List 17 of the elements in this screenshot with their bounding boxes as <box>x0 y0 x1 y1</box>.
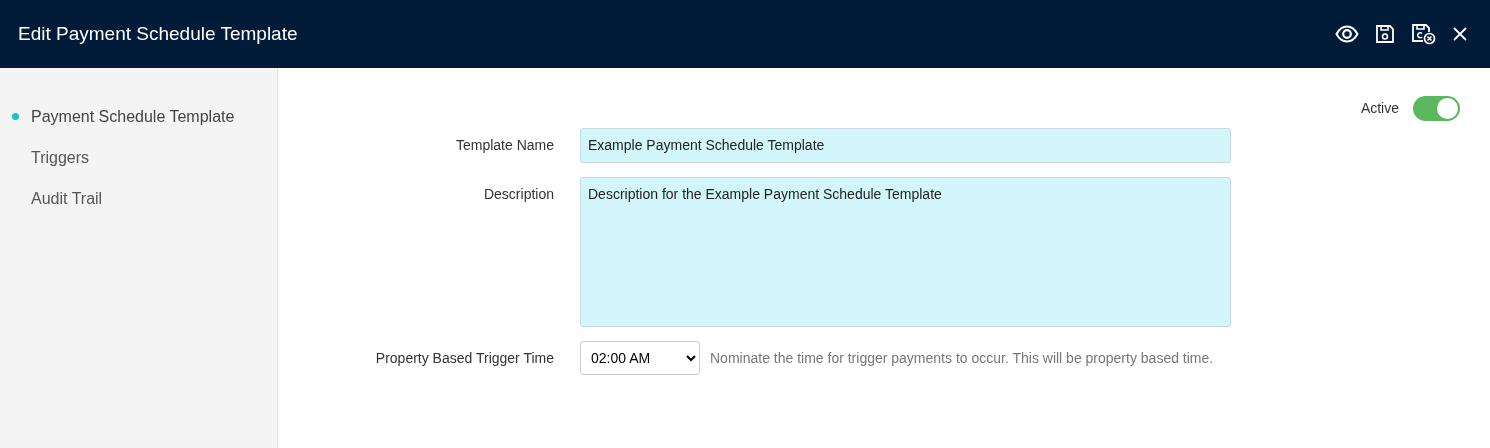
help-text: Nominate the time for trigger payments to occur. This will be property based time. <box>710 348 1214 368</box>
field-label: Template Name <box>454 136 555 155</box>
sidebar-item[interactable]: Triggers <box>0 137 277 178</box>
time-dropdown[interactable]: 02:00 AM <box>580 341 700 375</box>
save-close-icon[interactable] <box>1411 23 1436 45</box>
sidebar-item[interactable]: Audit Trail <box>0 178 277 219</box>
input-field[interactable]: Example Payment Schedule Template <box>580 128 1231 163</box>
save-icon[interactable] <box>1375 24 1395 44</box>
field-label: Description <box>482 185 555 204</box>
text-area[interactable]: Description for the Example Payment Schedule Template <box>580 177 1231 327</box>
close-icon[interactable] <box>1452 26 1468 42</box>
sidebar-item[interactable]: Payment Schedule Template <box>0 96 277 137</box>
field-label: Property Based Trigger Time <box>374 348 555 368</box>
toggle-label: Active <box>1360 99 1399 118</box>
active-toggle[interactable] <box>1413 96 1460 121</box>
eye-icon[interactable] <box>1335 25 1359 43</box>
window-title: Edit Payment Schedule Template <box>18 22 298 46</box>
